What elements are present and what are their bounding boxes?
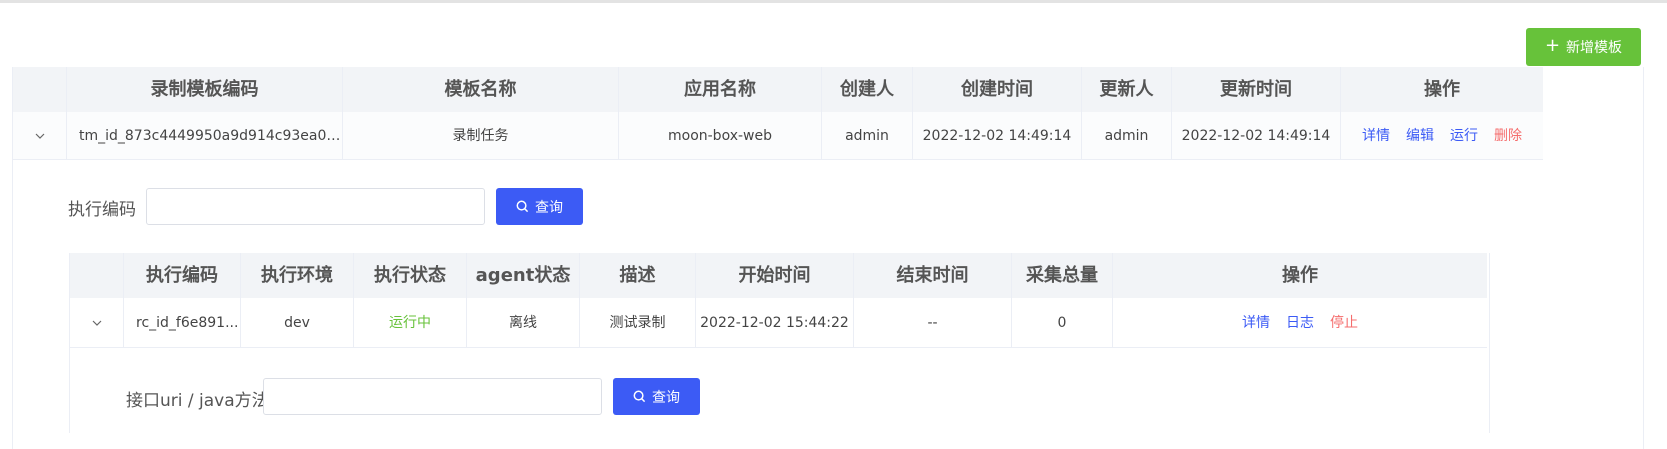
exec-code-input[interactable] xyxy=(146,188,485,225)
header-updater: 更新人 xyxy=(1082,67,1172,112)
expand-toggle[interactable] xyxy=(13,112,67,159)
exec-header-desc: 描述 xyxy=(580,253,696,298)
header-app-name: 应用名称 xyxy=(619,67,822,112)
header-template-name: 模板名称 xyxy=(343,67,619,112)
exec-env-cell: dev xyxy=(241,298,354,347)
exec-status-cell: 运行中 xyxy=(354,298,467,347)
header-creator: 创建人 xyxy=(822,67,913,112)
exec-desc-cell: 测试录制 xyxy=(580,298,696,347)
template-table-header: 录制模板编码 模板名称 应用名称 创建人 创建时间 更新人 更新时间 操作 xyxy=(13,67,1543,112)
uri-search-label: 查询 xyxy=(652,389,680,406)
uri-search-button[interactable]: 查询 xyxy=(613,378,700,415)
delete-link[interactable]: 删除 xyxy=(1494,112,1522,159)
exec-stop-link[interactable]: 停止 xyxy=(1330,298,1358,347)
exec-header-expand xyxy=(70,253,124,298)
exec-search-button[interactable]: 查询 xyxy=(496,188,583,225)
exec-actions-cell: 详情 日志 停止 xyxy=(1113,298,1487,347)
header-template-code: 录制模板编码 xyxy=(67,67,343,112)
template-name-cell: 录制任务 xyxy=(343,112,619,159)
uri-label: 接口uri / java方法 xyxy=(126,391,269,411)
chevron-down-icon xyxy=(92,320,101,326)
table-row: tm_id_873c4449950a9d914c93ea075c... 录制任务… xyxy=(13,112,1543,160)
table-row: rc_id_f6e891... dev 运行中 离线 测试录制 2022-12-… xyxy=(70,298,1487,348)
exec-log-link[interactable]: 日志 xyxy=(1286,298,1314,347)
created-time-cell: 2022-12-02 14:49:14 xyxy=(913,112,1082,159)
creator-cell: admin xyxy=(822,112,913,159)
app-name-cell: moon-box-web xyxy=(619,112,822,159)
exec-expand-toggle[interactable] xyxy=(70,298,124,347)
exec-table: 执行编码 执行环境 执行状态 agent状态 描述 开始时间 结束时间 采集总量… xyxy=(69,253,1490,433)
exec-header-actions: 操作 xyxy=(1282,265,1318,286)
top-border xyxy=(0,0,1667,3)
actions-cell: 详情 编辑 运行 删除 xyxy=(1341,112,1543,159)
exec-header-status: 执行状态 xyxy=(354,253,467,298)
exec-start-cell: 2022-12-02 15:44:22 xyxy=(696,298,854,347)
header-actions: 操作 xyxy=(1424,79,1460,100)
template-table: 录制模板编码 模板名称 应用名称 创建人 创建时间 更新人 更新时间 操作 tm… xyxy=(12,67,1644,449)
exec-code-cell: rc_id_f6e891... xyxy=(124,298,241,347)
edit-link[interactable]: 编辑 xyxy=(1406,112,1434,159)
exec-detail-link[interactable]: 详情 xyxy=(1242,298,1270,347)
chevron-down-icon xyxy=(35,133,44,139)
template-code-cell: tm_id_873c4449950a9d914c93ea075c... xyxy=(67,112,343,159)
exec-header-end: 结束时间 xyxy=(854,253,1012,298)
uri-input[interactable] xyxy=(263,378,602,415)
exec-header-agent: agent状态 xyxy=(467,253,580,298)
exec-table-header: 执行编码 执行环境 执行状态 agent状态 描述 开始时间 结束时间 采集总量… xyxy=(70,253,1487,298)
add-template-label: 新增模板 xyxy=(1566,40,1623,56)
exec-header-code: 执行编码 xyxy=(124,253,241,298)
search-icon xyxy=(633,390,646,403)
search-icon xyxy=(516,200,529,213)
exec-header-env: 执行环境 xyxy=(241,253,354,298)
header-expand xyxy=(13,67,67,112)
exec-code-label: 执行编码 xyxy=(68,200,136,220)
header-updated-time: 更新时间 xyxy=(1172,67,1341,112)
header-created-time: 创建时间 xyxy=(913,67,1082,112)
exec-total-cell: 0 xyxy=(1012,298,1113,347)
exec-agent-cell: 离线 xyxy=(467,298,580,347)
add-template-button[interactable]: + 新增模板 xyxy=(1526,28,1641,66)
run-link[interactable]: 运行 xyxy=(1450,112,1478,159)
updated-time-cell: 2022-12-02 14:49:14 xyxy=(1172,112,1341,159)
exec-end-cell: -- xyxy=(854,298,1012,347)
exec-header-start: 开始时间 xyxy=(696,253,854,298)
updater-cell: admin xyxy=(1082,112,1172,159)
detail-link[interactable]: 详情 xyxy=(1362,112,1390,159)
exec-header-total: 采集总量 xyxy=(1012,253,1113,298)
exec-search-label: 查询 xyxy=(535,199,563,216)
plus-icon: + xyxy=(1544,35,1561,56)
